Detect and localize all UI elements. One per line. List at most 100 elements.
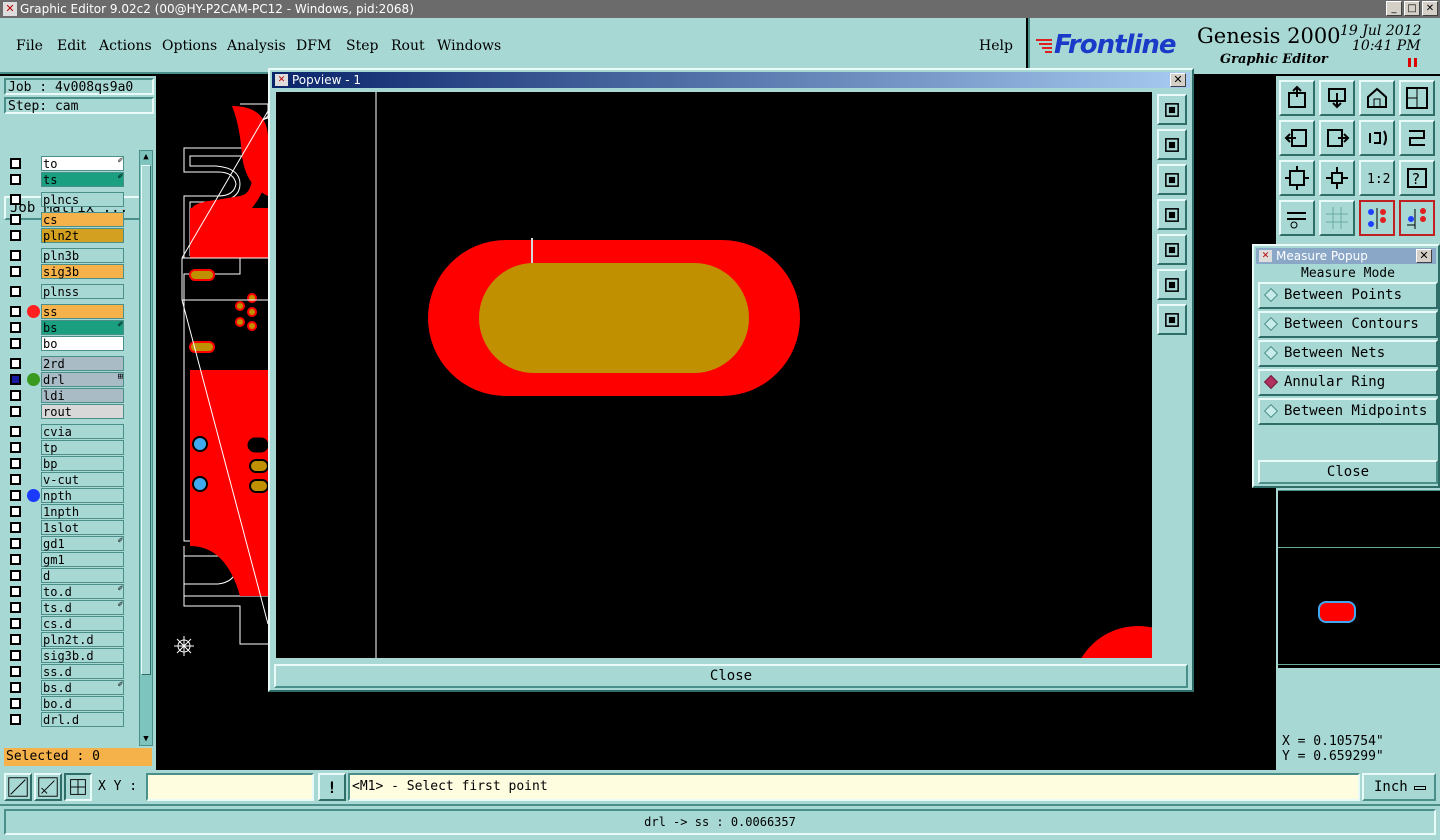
house-icon[interactable]	[1359, 80, 1395, 116]
home-up-icon[interactable]	[1279, 80, 1315, 116]
menu-windows[interactable]: Windows	[437, 38, 501, 54]
layer-checkbox[interactable]	[10, 426, 21, 437]
mirror-icon[interactable]	[1399, 120, 1435, 156]
layer-row-1slot[interactable]: 1slot	[6, 520, 126, 535]
radio-diamond-icon[interactable]	[1263, 287, 1279, 303]
layer-display-dot[interactable]	[27, 305, 40, 318]
layer-checkbox[interactable]	[10, 586, 21, 597]
layer-row-sig3b-d[interactable]: sig3b.d	[6, 648, 126, 663]
layer-checkbox[interactable]	[10, 618, 21, 629]
layer-row-pln2t-d[interactable]: pln2t.d	[6, 632, 126, 647]
layer-row-ss[interactable]: ss	[6, 304, 126, 319]
layer-checkbox[interactable]	[10, 682, 21, 693]
measure-option-between-nets[interactable]: Between Nets	[1258, 340, 1438, 367]
layer-name[interactable]: pln3b	[41, 248, 124, 263]
layer-checkbox[interactable]	[10, 474, 21, 485]
layer-name[interactable]: cs	[41, 212, 124, 227]
measure-option-between-points[interactable]: Between Points	[1258, 282, 1438, 309]
measure-option-annular-ring[interactable]: Annular Ring	[1258, 369, 1438, 396]
scroll-thumb[interactable]	[141, 165, 151, 675]
layer-row-tp[interactable]: tp	[6, 440, 126, 455]
layer-name[interactable]: v-cut	[41, 472, 124, 487]
xy-input[interactable]	[146, 773, 314, 801]
layer-name[interactable]: cs.d	[41, 616, 124, 631]
layer-row-d[interactable]: d	[6, 568, 126, 583]
layer-name[interactable]: rout	[41, 404, 124, 419]
layer-name[interactable]: pln2t.d	[41, 632, 124, 647]
snap-icon[interactable]	[4, 773, 32, 801]
layer-checkbox[interactable]	[10, 506, 21, 517]
measure-option-between-contours[interactable]: Between Contours	[1258, 311, 1438, 338]
layer-row-plncs[interactable]: plncs	[6, 192, 126, 207]
layer-name[interactable]: bp	[41, 456, 124, 471]
layer-row-plnss[interactable]: plnss	[6, 284, 126, 299]
measure-close-x[interactable]: ✕	[1416, 249, 1432, 263]
layer-checkbox[interactable]	[10, 390, 21, 401]
layer-name[interactable]: ts.d	[41, 600, 124, 615]
layer-row-bp[interactable]: bp	[6, 456, 126, 471]
layer-row-sig3b[interactable]: sig3b	[6, 264, 126, 279]
layer-name[interactable]: bs	[41, 320, 124, 335]
layer-checkbox[interactable]	[10, 714, 21, 725]
layer-checkbox[interactable]	[10, 522, 21, 533]
layer-display-dot[interactable]	[27, 489, 40, 502]
layer-name[interactable]: sig3b.d	[41, 648, 124, 663]
popview-zoom-up-icon[interactable]	[1157, 129, 1187, 160]
alert-button[interactable]: !	[318, 773, 346, 801]
layer-row-ss-d[interactable]: ss.d	[6, 664, 126, 679]
layer-checkbox[interactable]	[10, 602, 21, 613]
layer-name[interactable]: pln2t	[41, 228, 124, 243]
layer-name[interactable]: gd1	[41, 536, 124, 551]
popview-fit-center-icon[interactable]	[1157, 304, 1187, 335]
maximize-button[interactable]: □	[1404, 1, 1420, 16]
layer-name[interactable]: ts	[41, 172, 124, 187]
layer-row-ldi[interactable]: ldi	[6, 388, 126, 403]
menu-help[interactable]: Help	[979, 38, 1013, 54]
popview-pan-right-icon[interactable]	[1157, 234, 1187, 265]
layer-row-cs-d[interactable]: cs.d	[6, 616, 126, 631]
layer-name[interactable]: ldi	[41, 388, 124, 403]
menu-step[interactable]: Step	[346, 38, 378, 54]
layer-name[interactable]: ss.d	[41, 664, 124, 679]
layer-row-bs-d[interactable]: bs.d ✐	[6, 680, 126, 695]
layer-row-cs[interactable]: cs	[6, 212, 126, 227]
layer-row-to-d[interactable]: to.d ✐	[6, 584, 126, 599]
layer-row-rout[interactable]: rout	[6, 404, 126, 419]
layer-name[interactable]: to	[41, 156, 124, 171]
measure-tool-icon[interactable]	[34, 773, 62, 801]
radio-diamond-icon[interactable]	[1263, 374, 1279, 390]
layer-checkbox[interactable]	[10, 338, 21, 349]
grid-snap-icon[interactable]	[64, 773, 92, 801]
layer-checkbox[interactable]	[10, 306, 21, 317]
popview-close-button[interactable]: Close	[274, 664, 1188, 688]
layer-checkbox[interactable]	[10, 554, 21, 565]
layer-checkbox[interactable]	[10, 458, 21, 469]
layer-row-bo[interactable]: bo	[6, 336, 126, 351]
layer-name[interactable]: bo	[41, 336, 124, 351]
pan-left-icon[interactable]	[1279, 120, 1315, 156]
radio-diamond-icon[interactable]	[1263, 316, 1279, 332]
layer-checkbox[interactable]	[10, 266, 21, 277]
fit-all-icon[interactable]	[1279, 160, 1315, 196]
popview-pan-left-icon[interactable]	[1157, 199, 1187, 230]
measure-option-between-midpoints[interactable]: Between Midpoints	[1258, 398, 1438, 425]
layer-checkbox[interactable]	[10, 230, 21, 241]
layer-checkbox[interactable]	[10, 158, 21, 169]
navigator-view[interactable]	[1278, 490, 1440, 668]
layer-row-cvia[interactable]: cvia	[6, 424, 126, 439]
layer-scrollbar[interactable]: ▲ ▼	[139, 150, 153, 746]
layer-row-gm1[interactable]: gm1	[6, 552, 126, 567]
scroll-down-icon[interactable]: ▼	[141, 734, 151, 744]
layer-checkbox[interactable]	[10, 374, 21, 385]
layer-name[interactable]: d	[41, 568, 124, 583]
layer-row-npth[interactable]: npth	[6, 488, 126, 503]
popview-close-x[interactable]: ✕	[1170, 73, 1186, 87]
layer-name[interactable]: sig3b	[41, 264, 124, 279]
layer-name[interactable]: npth	[41, 488, 124, 503]
popview-fit-all-icon[interactable]	[1157, 269, 1187, 300]
layer-row-bs[interactable]: bs ✐	[6, 320, 126, 335]
popview-zoom-window-icon[interactable]	[1157, 94, 1187, 125]
radio-diamond-icon[interactable]	[1263, 345, 1279, 361]
layer-checkbox[interactable]	[10, 698, 21, 709]
settings-tools-icon[interactable]	[1279, 200, 1315, 236]
